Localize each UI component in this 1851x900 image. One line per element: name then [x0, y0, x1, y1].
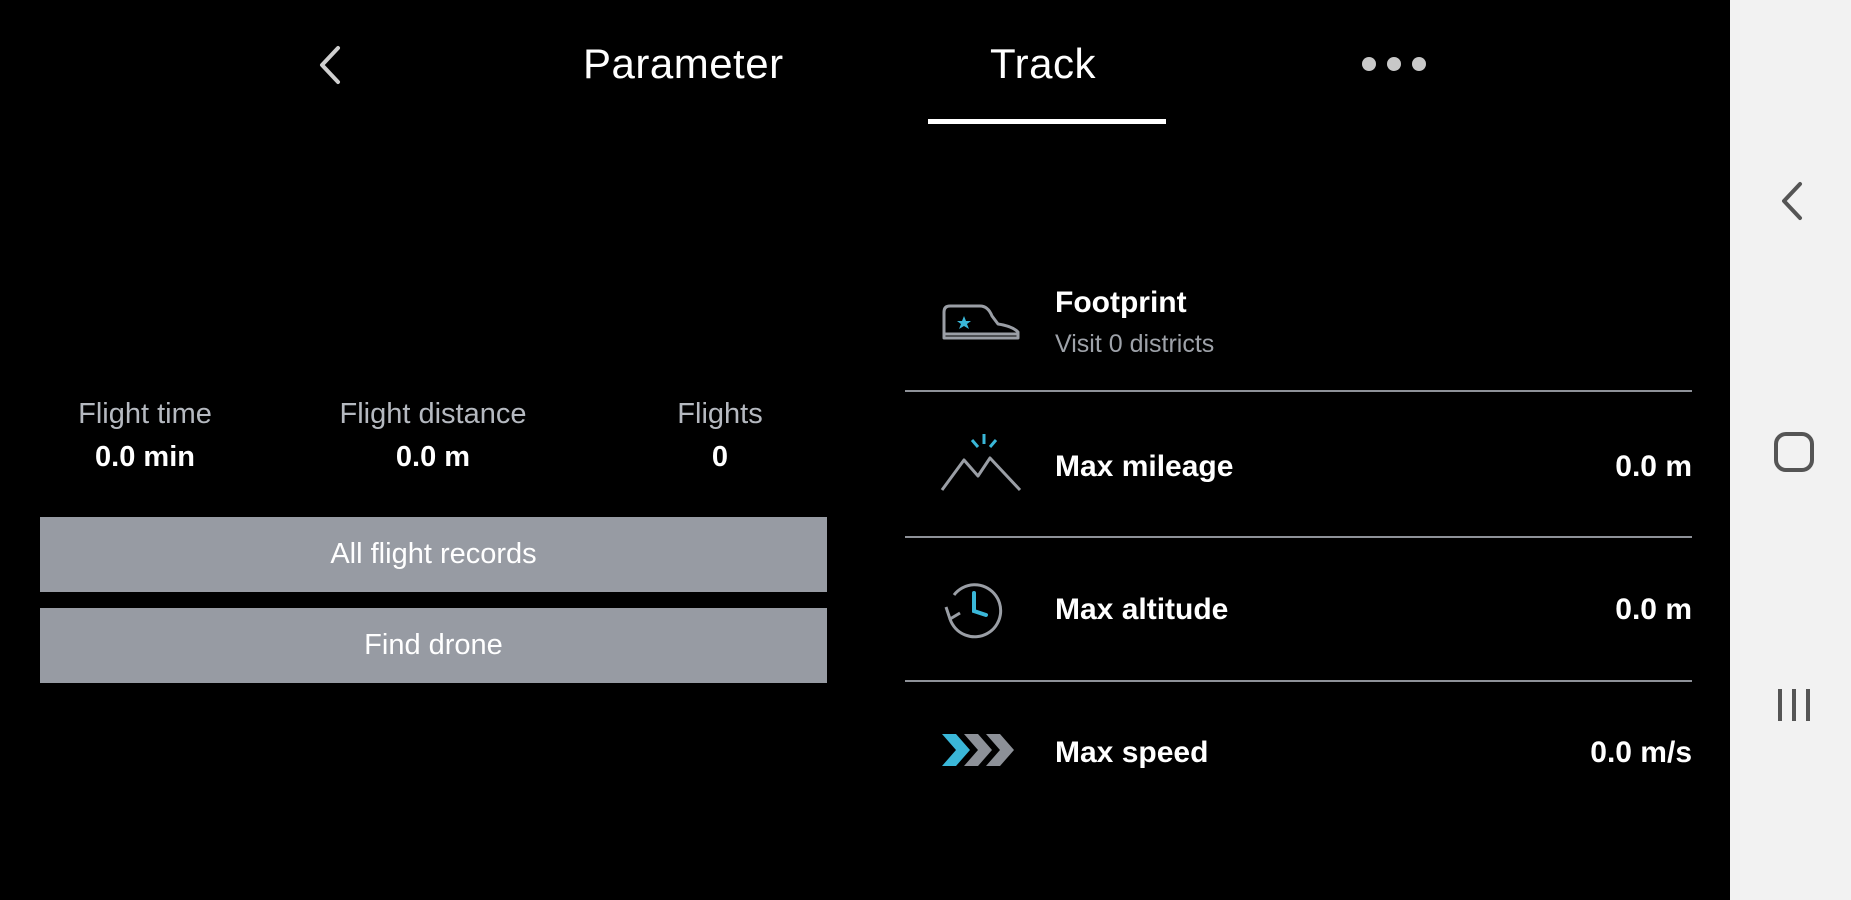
chevron-left-icon	[320, 46, 340, 84]
max-altitude-label: Max altitude	[1055, 593, 1229, 626]
stat-flight-distance: Flight distance 0.0 m	[318, 398, 548, 474]
stat-value: 0.0 min	[95, 441, 195, 473]
all-flight-records-button[interactable]: All flight records	[40, 517, 827, 592]
max-altitude-row: Max altitude 0.0 m	[905, 575, 1692, 655]
clock-history-icon	[940, 577, 1010, 646]
more-options-button[interactable]	[1362, 50, 1482, 78]
tab-track[interactable]: Track	[990, 40, 1096, 88]
stat-flight-time: Flight time 0.0 min	[60, 398, 230, 474]
row-divider	[905, 536, 1692, 538]
max-altitude-value: 0.0 m	[1615, 593, 1692, 626]
back-button[interactable]	[310, 40, 350, 90]
active-tab-indicator	[928, 119, 1166, 124]
max-mileage-label: Max mileage	[1055, 450, 1234, 483]
flight-track-screen: Parameter Track Flight time 0.0 min Flig…	[0, 0, 1730, 900]
max-speed-value: 0.0 m/s	[1590, 736, 1692, 769]
find-drone-button[interactable]: Find drone	[40, 608, 827, 683]
row-divider	[905, 390, 1692, 392]
row-divider	[905, 680, 1692, 682]
footprint-title: Footprint	[1055, 286, 1187, 319]
footprint-row[interactable]: Footprint Visit 0 districts	[905, 280, 1692, 385]
stat-label: Flight distance	[339, 398, 527, 430]
stat-value: 0	[711, 441, 729, 473]
system-recents-button[interactable]	[1772, 683, 1816, 732]
max-speed-row: Max speed 0.0 m/s	[905, 720, 1692, 790]
footprint-subtitle: Visit 0 districts	[1055, 330, 1215, 358]
sneaker-icon	[940, 294, 1022, 349]
speed-arrows-icon	[940, 730, 1018, 775]
home-square-icon	[1774, 432, 1814, 472]
system-back-button[interactable]	[1772, 178, 1812, 229]
more-horizontal-icon	[1362, 57, 1426, 71]
recents-icon	[1778, 689, 1810, 721]
system-home-button[interactable]	[1772, 430, 1816, 479]
max-speed-label: Max speed	[1055, 736, 1209, 769]
mountain-icon	[940, 430, 1022, 497]
stat-label: Flight time	[78, 398, 212, 430]
stat-flights: Flights 0	[660, 398, 780, 474]
tab-parameter[interactable]: Parameter	[583, 40, 784, 88]
chevron-left-icon	[1782, 182, 1802, 220]
stat-label: Flights	[677, 398, 763, 430]
max-mileage-row: Max mileage 0.0 m	[905, 430, 1692, 510]
stat-value: 0.0 m	[395, 441, 471, 473]
max-mileage-value: 0.0 m	[1615, 450, 1692, 483]
